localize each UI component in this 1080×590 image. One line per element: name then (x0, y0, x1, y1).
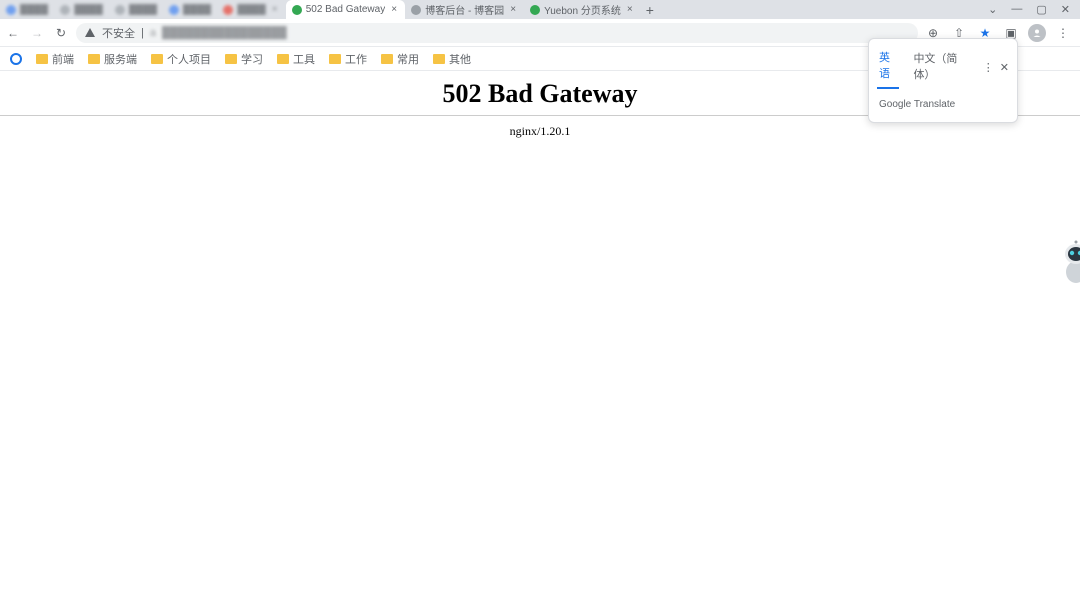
close-icon[interactable]: × (625, 5, 635, 15)
folder-icon (151, 54, 163, 64)
folder-icon (433, 54, 445, 64)
bookmark-folder[interactable]: 工作 (329, 51, 367, 67)
minimize-button[interactable]: — (1011, 3, 1022, 16)
maximize-button[interactable]: ▢ (1036, 3, 1046, 16)
bookmark-label: 常用 (397, 51, 419, 67)
close-window-button[interactable]: ✕ (1061, 3, 1070, 16)
tab-title: 502 Bad Gateway (306, 4, 386, 15)
folder-icon (277, 54, 289, 64)
folder-icon (329, 54, 341, 64)
bookmark-label: 工作 (345, 51, 367, 67)
assistant-robot-icon[interactable] (1056, 240, 1080, 284)
profile-avatar[interactable] (1028, 24, 1046, 42)
favicon (411, 5, 421, 15)
translate-popup: 英语 中文（简体） ⋮ ✕ Google Translate (868, 38, 1018, 123)
back-button[interactable]: ← (4, 24, 22, 42)
bookmark-folder[interactable]: 服务端 (88, 51, 137, 67)
url-text: a (150, 27, 156, 39)
folder-icon (88, 54, 100, 64)
bookmark-folder[interactable]: 个人项目 (151, 51, 211, 67)
tab-blurred[interactable]: ████ (54, 0, 108, 19)
favicon (530, 5, 540, 15)
address-bar[interactable]: 不安全 | a ████████████████ (76, 23, 918, 43)
bookmark-folder[interactable]: 工具 (277, 51, 315, 67)
bookmark-folder[interactable]: 前端 (36, 51, 74, 67)
tab-blurred[interactable]: ████× (217, 0, 285, 19)
tab[interactable]: 博客后台 - 博客园 × (405, 0, 524, 19)
translate-tab-source[interactable]: 英语 (877, 45, 899, 89)
window-controls: ⌄ — ▢ ✕ (978, 3, 1080, 16)
translate-close-icon[interactable]: ✕ (1000, 61, 1009, 74)
chevron-down-icon[interactable]: ⌄ (988, 3, 997, 16)
bookmark-label: 学习 (241, 51, 263, 67)
tab[interactable]: Yuebon 分页系统 × (524, 0, 641, 19)
tab-blurred[interactable]: ████ (163, 0, 217, 19)
tab-active[interactable]: 502 Bad Gateway × (286, 0, 406, 19)
folder-icon (36, 54, 48, 64)
forward-button[interactable]: → (28, 24, 46, 42)
bookmark-label: 前端 (52, 51, 74, 67)
folder-icon (381, 54, 393, 64)
folder-icon (225, 54, 237, 64)
close-icon[interactable]: × (389, 5, 399, 15)
bookmark-folder[interactable]: 学习 (225, 51, 263, 67)
favicon (292, 5, 302, 15)
tab-strip: ████ ████ ████ ████ ████× 502 Bad Gatewa… (0, 0, 1080, 19)
server-signature: nginx/1.20.1 (0, 124, 1080, 139)
url-text-masked: ████████████████ (162, 27, 287, 39)
translate-provider-label: Google Translate (869, 89, 1017, 122)
translate-tabs: 英语 中文（简体） ⋮ ✕ (869, 39, 1017, 89)
insecure-warning-icon (84, 27, 96, 39)
close-icon[interactable]: × (270, 5, 280, 15)
close-icon[interactable]: × (508, 5, 518, 15)
tab-blurred[interactable]: ████ (109, 0, 163, 19)
tab-title: Yuebon 分页系统 (544, 2, 621, 17)
apps-shortcut[interactable] (10, 53, 22, 65)
bookmark-label: 工具 (293, 51, 315, 67)
bookmark-folder[interactable]: 其他 (433, 51, 471, 67)
bookmark-folder[interactable]: 常用 (381, 51, 419, 67)
insecure-warning-label: 不安全 (102, 25, 135, 41)
translate-menu-icon[interactable]: ⋮ (983, 61, 994, 74)
bookmark-label: 个人项目 (167, 51, 211, 67)
url-separator: | (141, 27, 144, 39)
reload-button[interactable]: ↻ (52, 24, 70, 42)
translate-tab-target[interactable]: 中文（简体） (911, 46, 970, 88)
tab-blurred[interactable]: ████ (0, 0, 54, 19)
tab-title: 博客后台 - 博客园 (425, 2, 504, 17)
new-tab-button[interactable]: + (641, 1, 659, 19)
bookmark-label: 其他 (449, 51, 471, 67)
menu-icon[interactable]: ⋮ (1054, 24, 1072, 42)
bookmark-label: 服务端 (104, 51, 137, 67)
apps-icon (10, 53, 22, 65)
